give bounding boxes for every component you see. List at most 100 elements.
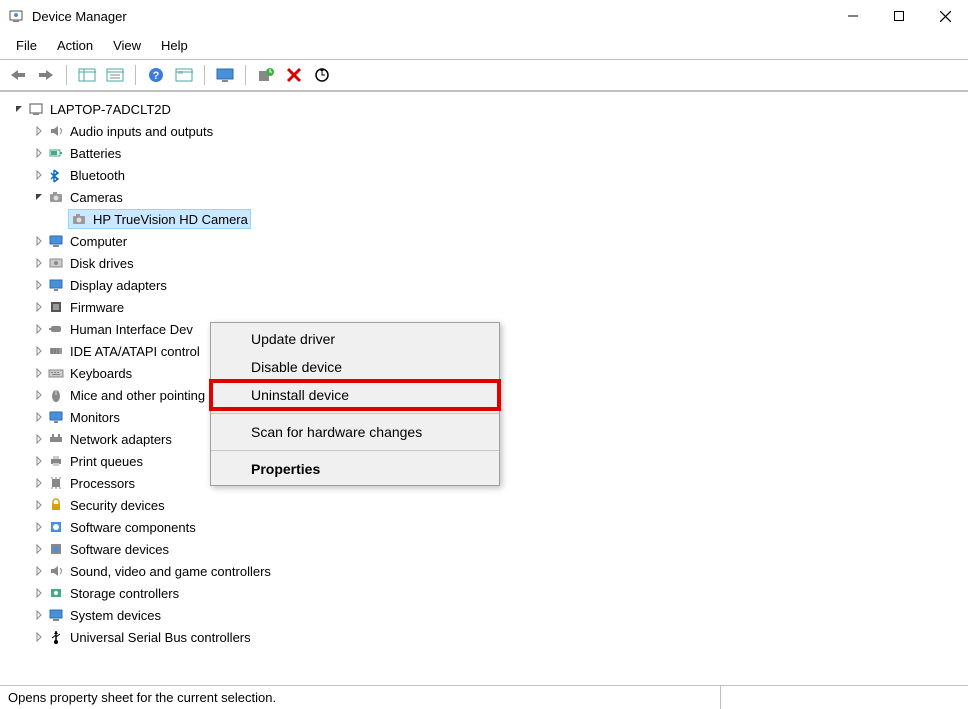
maximize-button[interactable] xyxy=(876,0,922,32)
forward-icon[interactable] xyxy=(34,63,58,87)
tree-toggle[interactable] xyxy=(32,520,46,534)
uninstall-icon[interactable] xyxy=(282,63,306,87)
tree-category[interactable]: System devices xyxy=(8,604,968,626)
tree-category-label: Bluetooth xyxy=(70,168,125,183)
context-menu-item[interactable]: Properties xyxy=(211,455,499,483)
tree-toggle[interactable] xyxy=(32,630,46,644)
context-menu-item[interactable]: Uninstall device xyxy=(211,381,499,409)
root-icon xyxy=(28,101,44,117)
minimize-button[interactable] xyxy=(830,0,876,32)
tree-category[interactable]: Firmware xyxy=(8,296,968,318)
menu-view[interactable]: View xyxy=(103,34,151,57)
svg-text:?: ? xyxy=(153,70,160,82)
menu-action[interactable]: Action xyxy=(47,34,103,57)
monitor-icon[interactable] xyxy=(213,63,237,87)
tree-category-label: Audio inputs and outputs xyxy=(70,124,213,139)
usb-icon xyxy=(48,629,64,645)
tree-toggle[interactable] xyxy=(32,190,46,204)
system-icon xyxy=(48,607,64,623)
ide-icon xyxy=(48,343,64,359)
tree-category-label: Computer xyxy=(70,234,127,249)
tree-category[interactable]: Storage controllers xyxy=(8,582,968,604)
tree-category[interactable]: Bluetooth xyxy=(8,164,968,186)
tree-category-label: Software components xyxy=(70,520,196,535)
toolbar-separator xyxy=(66,65,67,85)
tree-category-label: Cameras xyxy=(70,190,123,205)
tree-toggle[interactable] xyxy=(32,124,46,138)
show-hide-console-tree-icon[interactable] xyxy=(75,63,99,87)
tree-toggle[interactable] xyxy=(32,234,46,248)
tree-toggle[interactable] xyxy=(12,102,26,116)
storage-icon xyxy=(48,585,64,601)
menu-file[interactable]: File xyxy=(6,34,47,57)
firmware-icon xyxy=(48,299,64,315)
tree-device-label: HP TrueVision HD Camera xyxy=(93,212,248,227)
status-text: Opens property sheet for the current sel… xyxy=(8,690,276,705)
hid-icon xyxy=(48,321,64,337)
tree-toggle[interactable] xyxy=(32,476,46,490)
tree-category[interactable]: Audio inputs and outputs xyxy=(8,120,968,142)
tree-toggle[interactable] xyxy=(32,344,46,358)
camera-icon xyxy=(71,211,87,227)
tree-category[interactable]: Batteries xyxy=(8,142,968,164)
context-menu: Update driverDisable deviceUninstall dev… xyxy=(210,322,500,486)
context-menu-separator xyxy=(211,413,499,414)
bluetooth-icon xyxy=(48,167,64,183)
tree-toggle[interactable] xyxy=(32,322,46,336)
tree-toggle[interactable] xyxy=(32,388,46,402)
tree-category[interactable]: Software devices xyxy=(8,538,968,560)
tree-toggle[interactable] xyxy=(32,432,46,446)
menu-help[interactable]: Help xyxy=(151,34,198,57)
context-menu-item[interactable]: Update driver xyxy=(211,325,499,353)
tree-category[interactable]: Computer xyxy=(8,230,968,252)
back-icon[interactable] xyxy=(6,63,30,87)
tree-category[interactable]: Disk drives xyxy=(8,252,968,274)
tree-toggle[interactable] xyxy=(32,586,46,600)
update-driver-icon[interactable] xyxy=(254,63,278,87)
tree-category[interactable]: Software components xyxy=(8,516,968,538)
tree-root[interactable]: LAPTOP-7ADCLT2D xyxy=(8,98,968,120)
tree-toggle[interactable] xyxy=(32,278,46,292)
title-bar: Device Manager xyxy=(0,0,968,32)
tree-toggle[interactable] xyxy=(32,564,46,578)
tree-category-label: Software devices xyxy=(70,542,169,557)
context-menu-item[interactable]: Scan for hardware changes xyxy=(211,418,499,446)
app-icon xyxy=(8,8,24,24)
tree-category-label: Print queues xyxy=(70,454,143,469)
window-controls xyxy=(830,0,968,32)
tree-category-label: Display adapters xyxy=(70,278,167,293)
properties-page-icon[interactable] xyxy=(103,63,127,87)
speaker-icon xyxy=(48,123,64,139)
tree-category[interactable]: Cameras xyxy=(8,186,968,208)
tree-device[interactable]: HP TrueVision HD Camera xyxy=(8,208,968,230)
tree-toggle[interactable] xyxy=(32,454,46,468)
tree-category[interactable]: Sound, video and game controllers xyxy=(8,560,968,582)
tree-category[interactable]: Display adapters xyxy=(8,274,968,296)
tree-toggle[interactable] xyxy=(32,410,46,424)
device-tree-panel: LAPTOP-7ADCLT2D Audio inputs and outputs… xyxy=(0,91,968,685)
tree-toggle[interactable] xyxy=(32,542,46,556)
context-menu-item[interactable]: Disable device xyxy=(211,353,499,381)
tree-toggle[interactable] xyxy=(32,300,46,314)
help-icon[interactable]: ? xyxy=(144,63,168,87)
properties-sheet-icon[interactable] xyxy=(172,63,196,87)
tree-toggle[interactable] xyxy=(32,608,46,622)
tree-toggle[interactable] xyxy=(32,498,46,512)
software-comp-icon xyxy=(48,519,64,535)
tree-category[interactable]: Security devices xyxy=(8,494,968,516)
tree-category-label: Monitors xyxy=(70,410,120,425)
tree-toggle[interactable] xyxy=(32,256,46,270)
tree-category-label: Human Interface Dev xyxy=(70,322,193,337)
close-button[interactable] xyxy=(922,0,968,32)
processor-icon xyxy=(48,475,64,491)
scan-hardware-icon[interactable] xyxy=(310,63,334,87)
tree-toggle[interactable] xyxy=(32,366,46,380)
camera-icon xyxy=(48,189,64,205)
tree-category-label: Firmware xyxy=(70,300,124,315)
sound-icon xyxy=(48,563,64,579)
tree-category-label: IDE ATA/ATAPI control xyxy=(70,344,200,359)
tree-toggle[interactable] xyxy=(32,146,46,160)
tree-category[interactable]: Universal Serial Bus controllers xyxy=(8,626,968,648)
tree-toggle[interactable] xyxy=(32,168,46,182)
toolbar-separator xyxy=(245,65,246,85)
